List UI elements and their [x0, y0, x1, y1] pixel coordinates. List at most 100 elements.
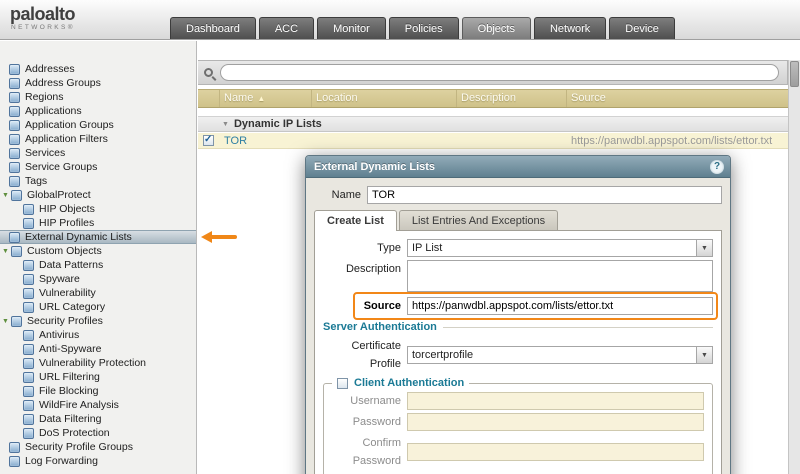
- sidebar-item-regions[interactable]: Regions: [0, 90, 196, 104]
- sidebar-item-label: URL Filtering: [39, 371, 100, 383]
- logo-wordmark: paloalto: [10, 5, 75, 23]
- expander-icon[interactable]: ▼: [2, 248, 11, 255]
- search-input[interactable]: [220, 64, 779, 81]
- sidebar-item-anti-spyware[interactable]: Anti-Spyware: [0, 342, 196, 356]
- expander-icon[interactable]: ▼: [2, 192, 11, 199]
- sidebar-item-application-groups[interactable]: Application Groups: [0, 118, 196, 132]
- confirm-password-input: [407, 443, 704, 461]
- group-label: Dynamic IP Lists: [234, 118, 322, 130]
- sidebar-item-external-dynamic-lists[interactable]: External Dynamic Lists: [0, 230, 196, 244]
- vertical-scrollbar[interactable]: [788, 60, 800, 474]
- tab-list-entries-and-exceptions[interactable]: List Entries And Exceptions: [399, 210, 558, 230]
- table-row-tor[interactable]: TOR https://panwdbl.appspot.com/lists/et…: [198, 133, 788, 149]
- sidebar-item-addresses[interactable]: Addresses: [0, 62, 196, 76]
- external-dynamic-lists-dialog: External Dynamic Lists ? Name Create Lis…: [305, 155, 731, 474]
- search-icon: [204, 68, 213, 77]
- type-dropdown[interactable]: IP List ▼: [407, 239, 713, 257]
- applications-icon: [9, 106, 20, 117]
- addresses-icon: [9, 64, 20, 75]
- tab-objects[interactable]: Objects: [462, 17, 531, 39]
- expander-icon[interactable]: ▼: [2, 318, 11, 325]
- sidebar-item-label: Vulnerability Protection: [39, 357, 146, 369]
- sidebar-item-label: Regions: [25, 91, 64, 103]
- sidebar-item-data-patterns[interactable]: Data Patterns: [0, 258, 196, 272]
- security-profile-groups-icon: [9, 442, 20, 453]
- confirm-password-label: Confirm Password: [332, 434, 407, 470]
- sidebar-item-url-filtering[interactable]: URL Filtering: [0, 370, 196, 384]
- custom-objects-icon: [11, 246, 22, 257]
- tab-network[interactable]: Network: [534, 17, 606, 39]
- sidebar-item-address-groups[interactable]: Address Groups: [0, 76, 196, 90]
- help-icon[interactable]: ?: [710, 160, 724, 174]
- sidebar-item-vulnerability-protection[interactable]: Vulnerability Protection: [0, 356, 196, 370]
- row-name-link[interactable]: TOR: [220, 135, 312, 147]
- sidebar-item-label: Security Profile Groups: [25, 441, 133, 453]
- sidebar-item-globalprotect[interactable]: ▼GlobalProtect: [0, 188, 196, 202]
- sidebar-item-url-category[interactable]: URL Category: [0, 300, 196, 314]
- sidebar-item-hip-objects[interactable]: HIP Objects: [0, 202, 196, 216]
- sidebar-item-vulnerability[interactable]: Vulnerability: [0, 286, 196, 300]
- client-auth-title: Client Authentication: [354, 377, 464, 389]
- source-input[interactable]: [407, 297, 713, 315]
- scrollbar-thumb[interactable]: [790, 61, 799, 87]
- certificate-profile-dropdown[interactable]: torcertprofile ▼: [407, 346, 713, 364]
- column-location[interactable]: Location: [312, 90, 457, 107]
- column-name[interactable]: Name▲: [220, 90, 312, 107]
- tab-policies[interactable]: Policies: [389, 17, 459, 39]
- sidebar-item-services[interactable]: Services: [0, 146, 196, 160]
- sidebar-item-application-filters[interactable]: Application Filters: [0, 132, 196, 146]
- dropdown-arrow-icon[interactable]: ▼: [696, 346, 713, 364]
- row-checkbox[interactable]: [203, 135, 214, 146]
- sidebar-item-tags[interactable]: Tags: [0, 174, 196, 188]
- dropdown-arrow-icon[interactable]: ▼: [696, 239, 713, 257]
- description-label: Description: [323, 260, 407, 278]
- sidebar-item-file-blocking[interactable]: File Blocking: [0, 384, 196, 398]
- certificate-profile-label: Certificate Profile: [323, 337, 407, 373]
- log-forwarding-icon: [9, 456, 20, 467]
- tab-device[interactable]: Device: [609, 17, 675, 39]
- column-description[interactable]: Description: [457, 90, 567, 107]
- anti-spyware-icon: [23, 344, 34, 355]
- sidebar-item-label: HIP Objects: [39, 203, 95, 215]
- address-groups-icon: [9, 78, 20, 89]
- sidebar-item-label: Antivirus: [39, 329, 79, 341]
- username-label: Username: [332, 392, 407, 410]
- sidebar-item-security-profile-groups[interactable]: Security Profile Groups: [0, 440, 196, 454]
- sidebar-item-custom-objects[interactable]: ▼Custom Objects: [0, 244, 196, 258]
- sidebar-item-wildfire-analysis[interactable]: WildFire Analysis: [0, 398, 196, 412]
- column-name-label: Name: [224, 92, 253, 104]
- group-row-dynamic-ip-lists[interactable]: ▼ Dynamic IP Lists: [198, 116, 788, 132]
- spyware-icon: [23, 274, 34, 285]
- dialog-tabs: Create List List Entries And Exceptions: [314, 210, 722, 230]
- tab-dashboard[interactable]: Dashboard: [170, 17, 256, 39]
- sidebar-item-label: Applications: [25, 105, 82, 117]
- dialog-body: Name Create List List Entries And Except…: [306, 178, 730, 474]
- app-window: paloalto NETWORKS® DashboardACCMonitorPo…: [0, 0, 800, 474]
- external-dynamic-lists-icon: [9, 232, 20, 243]
- sidebar-item-data-filtering[interactable]: Data Filtering: [0, 412, 196, 426]
- sidebar-item-antivirus[interactable]: Antivirus: [0, 328, 196, 342]
- sidebar-item-security-profiles[interactable]: ▼Security Profiles: [0, 314, 196, 328]
- data-filtering-icon: [23, 414, 34, 425]
- name-input[interactable]: [367, 186, 722, 204]
- tab-create-list[interactable]: Create List: [314, 210, 397, 231]
- sidebar-item-log-forwarding[interactable]: Log Forwarding: [0, 454, 196, 468]
- sidebar-item-dos-protection[interactable]: DoS Protection: [0, 426, 196, 440]
- collapse-group-icon[interactable]: ▼: [222, 121, 229, 128]
- sidebar-item-label: Addresses: [25, 63, 75, 75]
- select-all-column[interactable]: [198, 90, 220, 107]
- sidebar-item-service-groups[interactable]: Service Groups: [0, 160, 196, 174]
- certificate-profile-value: torcertprofile: [407, 346, 696, 364]
- sidebar-item-label: File Blocking: [39, 385, 99, 397]
- url-filtering-icon: [23, 372, 34, 383]
- column-source[interactable]: Source: [567, 90, 788, 107]
- tab-monitor[interactable]: Monitor: [317, 17, 386, 39]
- client-auth-checkbox[interactable]: [337, 378, 348, 389]
- sidebar-item-spyware[interactable]: Spyware: [0, 272, 196, 286]
- server-auth-title: Server Authentication: [323, 321, 437, 333]
- description-textarea[interactable]: [407, 260, 713, 292]
- sidebar-item-applications[interactable]: Applications: [0, 104, 196, 118]
- tab-acc[interactable]: ACC: [259, 17, 314, 39]
- type-value: IP List: [407, 239, 696, 257]
- sidebar-item-hip-profiles[interactable]: HIP Profiles: [0, 216, 196, 230]
